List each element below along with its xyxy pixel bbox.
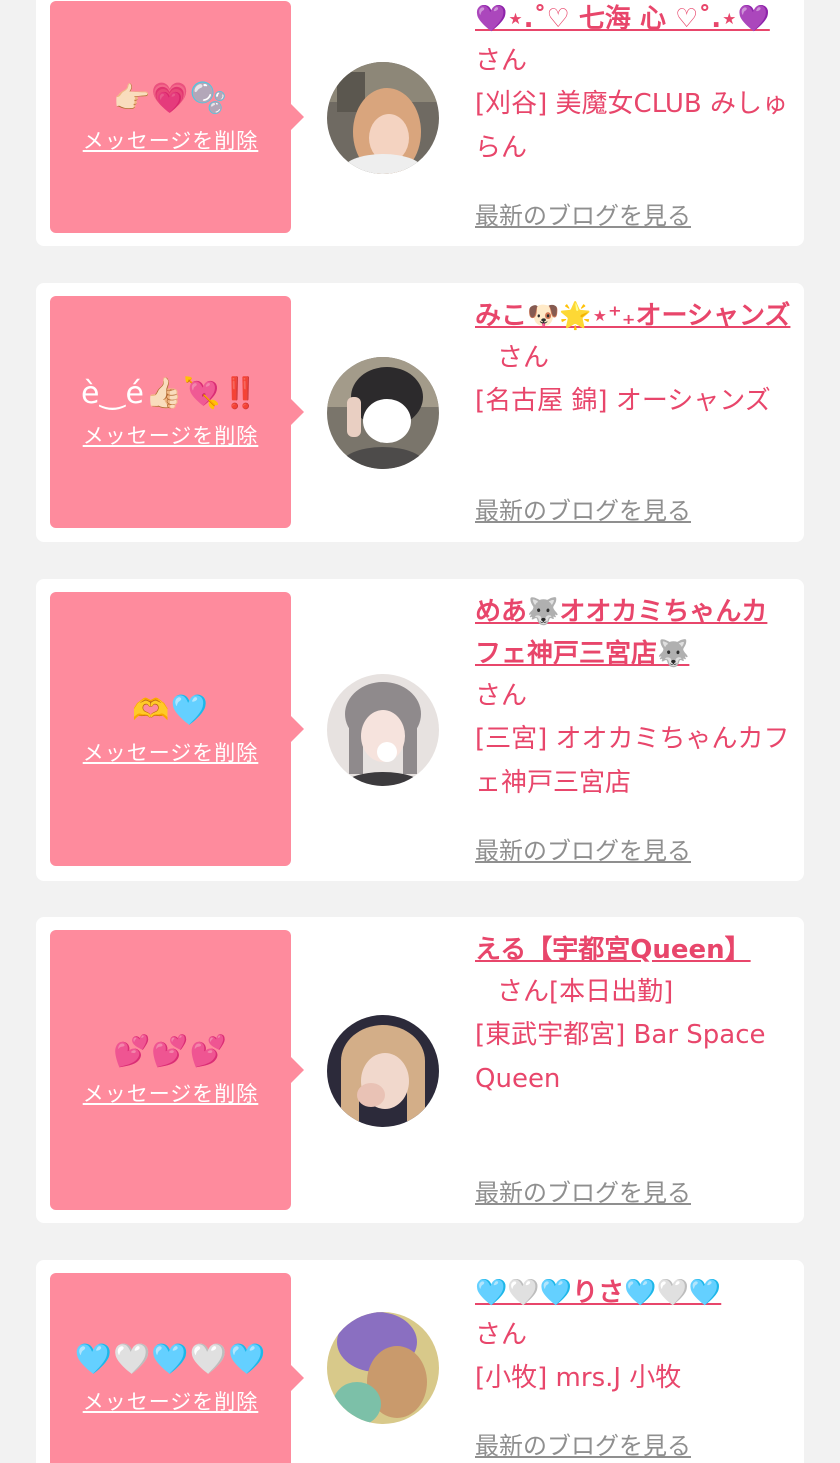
avatar[interactable]: [327, 1015, 439, 1127]
latest-blog-link[interactable]: 最新のブログを見る: [475, 831, 691, 866]
message-text: è‿é👍🏻💘‼️: [80, 376, 261, 411]
shop-name: [三宮] オオカミちゃんカフェ神戸三宮店: [475, 724, 790, 798]
avatar-photo-purple-sticker: [327, 1312, 439, 1424]
avatar-photo-blonde-hand-face: [327, 1015, 439, 1127]
shop-info: めあ🐺オオカミちゃんカフェ神戸三宮店🐺 さん [三宮] オオカミちゃんカフェ神戸…: [475, 591, 793, 805]
honorific: さん: [497, 343, 550, 373]
avatar-photo-wolf-cafe-girl: [327, 674, 439, 786]
list-item: è‿é👍🏻💘‼️ メッセージを削除 みこ🐶🌟⋆⁺₊オーシャンズさん [名古屋 錦…: [36, 283, 804, 542]
list-item: 💕💕💕 メッセージを削除 える【宇都宮Queen】さん[本日出勤] [東武宇都宮…: [36, 917, 804, 1223]
avatar[interactable]: [327, 1312, 439, 1424]
delete-message-link[interactable]: メッセージを削除: [83, 420, 259, 450]
cast-name-link[interactable]: 🩵🤍🩵りさ🩵🤍🩵: [475, 1278, 721, 1308]
message-text: 💕💕💕: [112, 1034, 229, 1069]
message-text: 🫶🩵: [132, 693, 209, 728]
shop-name: [東武宇都宮] Bar Space Queen: [475, 1020, 766, 1094]
message-bubble: 💕💕💕 メッセージを削除: [50, 930, 304, 1210]
message-text: 👉🏻💗🫧: [112, 81, 229, 116]
cast-name-link[interactable]: える【宇都宮Queen】: [475, 935, 751, 965]
delete-message-link[interactable]: メッセージを削除: [83, 1386, 259, 1416]
message-text: 🩵🤍🩵🤍🩵: [74, 1342, 267, 1377]
honorific: さん: [475, 681, 528, 711]
message-bubble: 🩵🤍🩵🤍🩵 メッセージを削除: [50, 1273, 304, 1463]
cast-name-link[interactable]: 💜⋆.˚♡ 七海 心 ♡˚.⋆💜: [475, 4, 770, 34]
message-bubble: è‿é👍🏻💘‼️ メッセージを削除: [50, 296, 304, 528]
shop-info: 💜⋆.˚♡ 七海 心 ♡˚.⋆💜 さん [刈谷] 美魔女CLUB みしゅらん: [475, 0, 793, 170]
cast-name-link[interactable]: みこ🐶🌟⋆⁺₊オーシャンズ: [475, 301, 790, 331]
avatar-photo-peace-sign: [327, 357, 439, 469]
delete-message-link[interactable]: メッセージを削除: [83, 737, 259, 767]
avatar[interactable]: [327, 357, 439, 469]
latest-blog-link[interactable]: 最新のブログを見る: [475, 1173, 691, 1208]
latest-blog-link[interactable]: 最新のブログを見る: [475, 491, 691, 526]
list-item: 👉🏻💗🫧 メッセージを削除 💜⋆.˚♡ 七海 心 ♡˚.⋆💜 さん [刈谷] 美…: [36, 0, 804, 246]
latest-blog-link[interactable]: 最新のブログを見る: [475, 1426, 691, 1461]
list-item: 🫶🩵 メッセージを削除 めあ🐺オオカミちゃんカフェ神戸三宮店🐺 さん [三宮] …: [36, 579, 804, 881]
shop-name: [名古屋 錦] オーシャンズ: [475, 386, 771, 416]
cast-name-link[interactable]: めあ🐺オオカミちゃんカフェ神戸三宮店🐺: [475, 597, 767, 669]
avatar[interactable]: [327, 674, 439, 786]
shop-info: 🩵🤍🩵りさ🩵🤍🩵 さん [小牧] mrs.J 小牧: [475, 1272, 793, 1400]
favorites-list: 👉🏻💗🫧 メッセージを削除 💜⋆.˚♡ 七海 心 ♡˚.⋆💜 さん [刈谷] 美…: [0, 0, 840, 1463]
shop-info: える【宇都宮Queen】さん[本日出勤] [東武宇都宮] Bar Space Q…: [475, 929, 793, 1101]
delete-message-link[interactable]: メッセージを削除: [83, 1078, 259, 1108]
list-item: 🩵🤍🩵🤍🩵 メッセージを削除 🩵🤍🩵りさ🩵🤍🩵 さん [小牧] mrs.J 小牧…: [36, 1260, 804, 1463]
shop-name: [小牧] mrs.J 小牧: [475, 1363, 682, 1393]
message-bubble: 🫶🩵 メッセージを削除: [50, 592, 304, 866]
avatar-photo-blonde-woman: [327, 62, 439, 174]
shop-info: みこ🐶🌟⋆⁺₊オーシャンズさん [名古屋 錦] オーシャンズ: [475, 295, 793, 423]
honorific: さん: [475, 1320, 528, 1350]
delete-message-link[interactable]: メッセージを削除: [83, 125, 259, 155]
honorific: さん: [475, 46, 528, 76]
message-bubble: 👉🏻💗🫧 メッセージを削除: [50, 1, 304, 233]
honorific: さん[本日出勤]: [497, 977, 674, 1007]
latest-blog-link[interactable]: 最新のブログを見る: [475, 196, 691, 231]
shop-name: [刈谷] 美魔女CLUB みしゅらん: [475, 89, 789, 163]
avatar[interactable]: [327, 62, 439, 174]
